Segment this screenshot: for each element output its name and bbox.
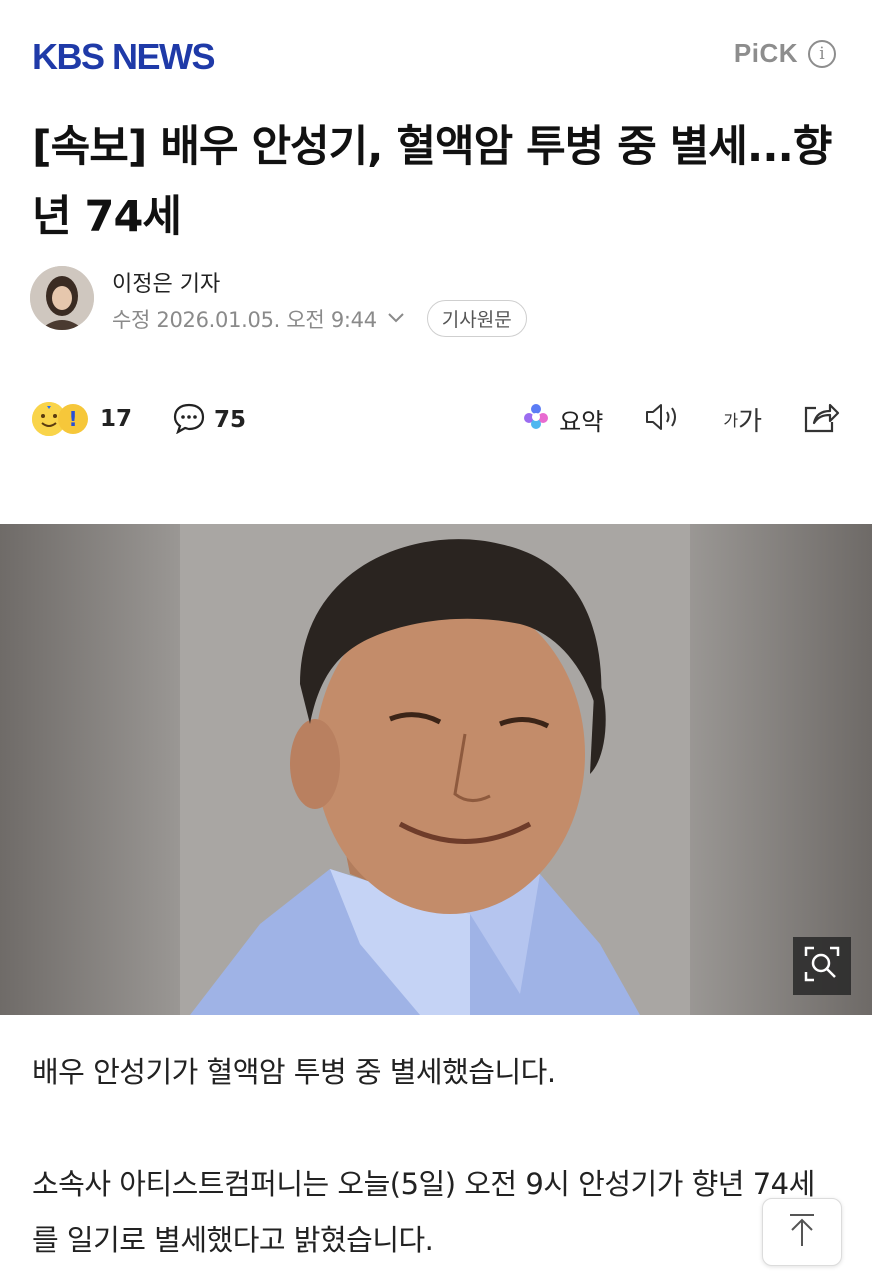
surprise-emoji-icon: ! <box>58 404 88 434</box>
ai-summary-icon <box>521 401 551 437</box>
body-paragraph: 소속사 아티스트컴퍼니는 오늘(5일) 오전 9시 안성기가 향년 74세를 일… <box>32 1167 815 1257</box>
zoom-button[interactable] <box>793 937 851 995</box>
original-article-button[interactable]: 기사원문 <box>426 300 527 337</box>
article-headline: [속보] 배우 안성기, 혈액암 투병 중 별세...향년 74세 <box>32 122 832 242</box>
comment-count: 75 <box>214 407 247 433</box>
comment-icon <box>172 402 206 438</box>
pick-label: PiCK <box>733 38 798 68</box>
reporter-name[interactable]: 이정은 기자 <box>112 266 220 298</box>
font-size-button[interactable]: 가가 <box>723 401 762 438</box>
chevron-down-icon[interactable] <box>387 308 405 329</box>
share-icon <box>802 400 840 438</box>
summary-button[interactable]: 요약 <box>521 401 603 437</box>
article-photo[interactable] <box>0 524 872 1015</box>
article-body: 배우 안성기가 혈액암 투병 중 별세했습니다. 소속사 아티스트컴퍼니는 오늘… <box>32 1044 840 1280</box>
font-large-label: 가 <box>738 406 762 437</box>
font-small-label: 가 <box>723 411 739 430</box>
pick-badge[interactable]: PiCK i <box>734 38 836 69</box>
reaction-button[interactable]: ! 17 <box>32 402 132 436</box>
kbs-news-logo[interactable]: KBS NEWS <box>32 36 216 78</box>
tts-button[interactable] <box>643 401 683 437</box>
comment-button[interactable]: 75 <box>172 402 246 438</box>
summary-label: 요약 <box>559 407 604 436</box>
reaction-count: 17 <box>100 406 133 432</box>
arrow-up-icon <box>786 1212 818 1252</box>
body-paragraph: 배우 안성기가 혈액암 투병 중 별세했습니다. <box>32 1055 556 1089</box>
header: KBS NEWS PiCK i <box>0 0 872 100</box>
info-icon[interactable]: i <box>808 39 836 68</box>
right-actions: 요약 가가 <box>521 400 840 438</box>
byline: 이정은 기자 수정 2026.01.05. 오전 9:44 기사원문 <box>30 266 842 337</box>
scroll-top-button[interactable] <box>762 1198 842 1266</box>
zoom-icon <box>802 944 842 988</box>
share-button[interactable] <box>802 400 840 438</box>
reporter-avatar[interactable] <box>30 266 94 330</box>
meta-row: 수정 2026.01.05. 오전 9:44 기사원문 <box>112 300 527 337</box>
action-bar: ! 17 75 요약 가 가 <box>32 398 840 450</box>
speaker-icon <box>643 401 683 437</box>
modified-date: 수정 2026.01.05. 오전 9:44 <box>112 307 377 332</box>
